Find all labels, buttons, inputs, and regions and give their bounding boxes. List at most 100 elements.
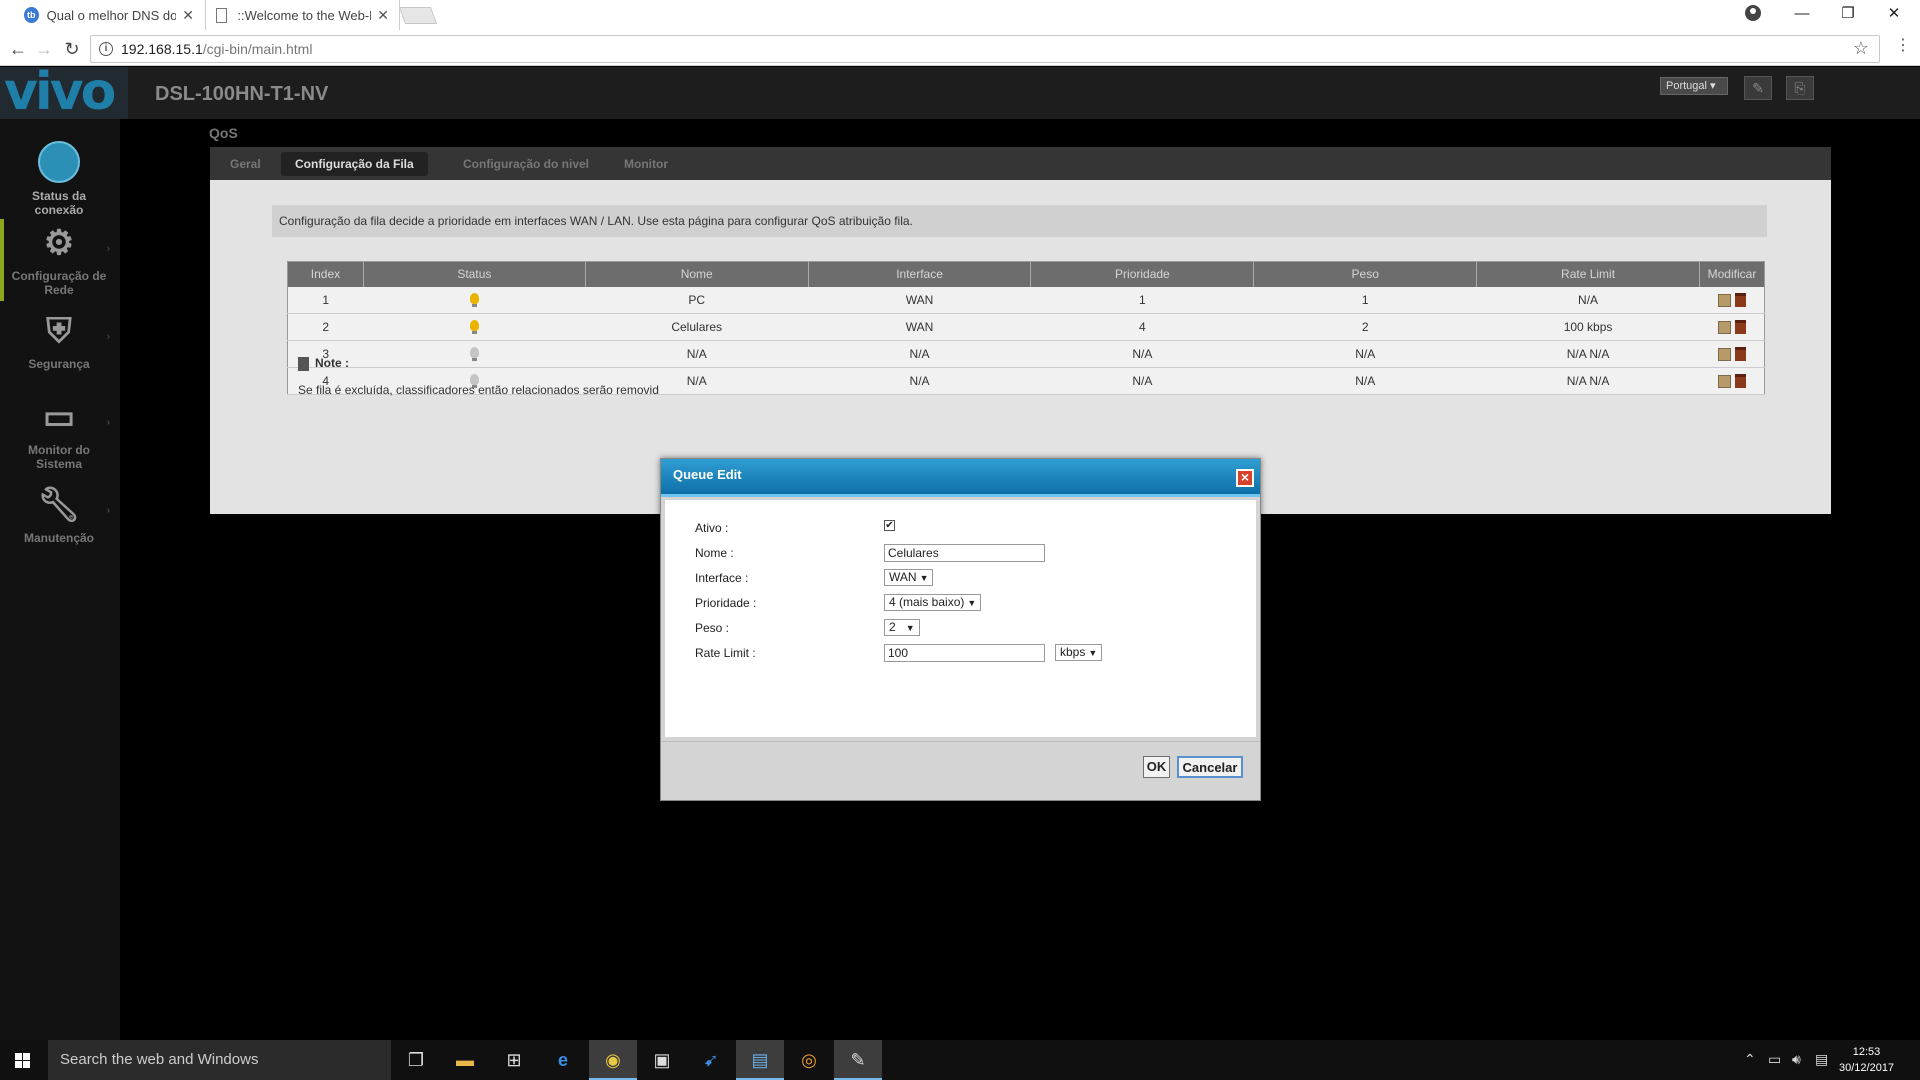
sidebar-item-monitor[interactable]: ▭ Monitor do Sistema ›: [0, 397, 118, 471]
chrome-icon[interactable]: ◉: [589, 1040, 637, 1080]
clock-date: 30/12/2017: [1839, 1062, 1895, 1074]
minimize-icon[interactable]: —: [1780, 2, 1824, 26]
interface-select[interactable]: WAN ▼: [884, 569, 934, 586]
network-icon[interactable]: ▭: [1768, 1051, 1781, 1068]
info-icon[interactable]: i: [99, 42, 113, 56]
nome-label: Nome :: [695, 546, 734, 560]
page-title: QoS: [209, 125, 238, 141]
sidebar-item-security[interactable]: ⛨ Segurança ›: [0, 311, 118, 371]
cell-peso: 1: [1253, 286, 1477, 314]
forward-arrow-icon[interactable]: →: [32, 37, 56, 61]
close-window-icon[interactable]: ✕: [1872, 2, 1916, 26]
tab-geral[interactable]: Geral: [216, 152, 275, 176]
cell-interface: N/A: [808, 340, 1031, 368]
restore-icon[interactable]: ❐: [1826, 2, 1870, 26]
browser-tab-strip: tb Qual o melhor DNS do B ✕ ::Welcome to…: [0, 0, 1920, 32]
trash-icon[interactable]: [1734, 374, 1746, 389]
new-tab-button[interactable]: [398, 7, 438, 24]
logout-icon[interactable]: ⎘: [1786, 76, 1814, 100]
tab-monitor[interactable]: Monitor: [610, 152, 682, 176]
windows-start-icon[interactable]: [0, 1040, 46, 1080]
language-select[interactable]: Portugal ▾: [1660, 77, 1728, 95]
edit-icon[interactable]: [1717, 320, 1731, 334]
task-view-icon[interactable]: ❐: [402, 1046, 430, 1074]
sidebar-item-maintenance[interactable]: 🔧︎ Manutenção ›: [0, 485, 118, 545]
tray-chevron-up-icon[interactable]: ⌃: [1744, 1051, 1756, 1068]
ativo-checkbox[interactable]: ✔: [884, 520, 895, 531]
cell-rate-limit: N/A N/A: [1476, 340, 1700, 368]
back-arrow-icon[interactable]: ←: [6, 37, 30, 61]
browser-tab-welcome[interactable]: ::Welcome to the Web-B ✕: [205, 0, 400, 30]
wizard-icon[interactable]: ✎: [1744, 76, 1772, 100]
table-row: 2 Celulares WAN 4 2 100 kbps: [287, 313, 1765, 341]
cell-index: 1: [287, 286, 364, 314]
cell-interface: WAN: [808, 286, 1031, 314]
dropdown-arrow-icon: ▼: [1088, 648, 1098, 658]
prioridade-select[interactable]: 4 (mais baixo) ▼: [884, 594, 982, 611]
nome-input[interactable]: [884, 544, 1045, 562]
paint-icon[interactable]: ✎: [834, 1040, 882, 1080]
address-bar[interactable]: i 192.168.15.1 /cgi-bin/main.html ☆: [90, 35, 1880, 63]
sidebar-item-network[interactable]: ⚙ Configuração de Rede ›: [0, 223, 118, 297]
sidebar-item-label: Status da: [31, 189, 86, 203]
store-icon[interactable]: ⊞: [500, 1046, 528, 1074]
trash-icon[interactable]: [1734, 293, 1746, 308]
cell-prioridade: N/A: [1030, 340, 1254, 368]
reload-icon[interactable]: ↻: [60, 37, 84, 61]
cell-rate-limit: 100 kbps: [1476, 313, 1700, 341]
app-icon[interactable]: ➹: [697, 1046, 725, 1074]
monitor-icon: ▭: [42, 398, 76, 436]
trash-icon[interactable]: [1734, 320, 1746, 335]
rate-unit-value: kbps: [1060, 645, 1086, 659]
cancel-button[interactable]: Cancelar: [1177, 756, 1243, 778]
tab-configuracao-fila[interactable]: Configuração da Fila: [281, 152, 428, 176]
table-row: 1 PC WAN 1 1 N/A: [287, 286, 1765, 314]
windows-taskbar: Search the web and Windows ❐ ▬ ⊞ e ◉ ▣ ➹…: [0, 1040, 1920, 1080]
gears-icon: ⚙: [43, 224, 75, 262]
rate-limit-input[interactable]: [884, 644, 1045, 662]
interface-label: Interface :: [695, 571, 749, 585]
app-icon[interactable]: ▤: [736, 1040, 784, 1080]
rate-unit-select[interactable]: kbps ▼: [1055, 644, 1103, 661]
cell-interface: N/A: [808, 367, 1031, 395]
bookmark-star-icon[interactable]: ☆: [1853, 38, 1869, 59]
note-text: Se fila é excluída, classificadores entã…: [298, 382, 659, 397]
tray-clock[interactable]: 12:53 30/12/2017: [1839, 1044, 1894, 1076]
prioridade-value: 4 (mais baixo): [889, 595, 965, 609]
edge-icon[interactable]: e: [549, 1046, 577, 1074]
prioridade-label: Prioridade :: [695, 596, 757, 610]
file-explorer-icon[interactable]: ▬: [451, 1046, 479, 1074]
cell-modificar: [1699, 286, 1765, 314]
volume-icon[interactable]: 🔊︎: [1792, 1051, 1801, 1068]
close-tab-icon[interactable]: ✕: [182, 7, 194, 24]
cell-prioridade: 1: [1030, 286, 1254, 314]
edit-icon[interactable]: [1717, 374, 1731, 388]
column-header: Peso: [1253, 261, 1478, 287]
cell-rate-limit: N/A: [1476, 286, 1700, 314]
queue-edit-dialog: Queue Edit × Ativo : ✔ Nome : Interface …: [660, 458, 1261, 801]
sidebar-item-status[interactable]: Status da conexão: [0, 141, 118, 217]
ok-button[interactable]: OK: [1143, 756, 1170, 778]
model-title: DSL-100HN-T1-NV: [155, 83, 329, 105]
dropdown-arrow-icon: ▼: [919, 573, 929, 583]
edit-icon[interactable]: [1717, 347, 1731, 361]
note-block: Note : Se fila é excluída, classificador…: [298, 356, 659, 397]
app-icon[interactable]: ▣: [648, 1046, 676, 1074]
tab-configuracao-nivel[interactable]: Configuração do nivel: [449, 152, 603, 176]
overwatch-icon[interactable]: ◎: [795, 1046, 823, 1074]
peso-label: Peso :: [695, 621, 730, 635]
sidebar-item-label: conexão: [34, 203, 84, 217]
peso-select[interactable]: 2 ▼: [884, 619, 920, 636]
close-tab-icon[interactable]: ✕: [377, 7, 389, 24]
trash-icon[interactable]: [1734, 347, 1746, 362]
profile-icon[interactable]: [1745, 5, 1761, 21]
close-icon[interactable]: ×: [1236, 469, 1254, 487]
taskbar-search[interactable]: Search the web and Windows: [48, 1040, 391, 1080]
chrome-menu-icon[interactable]: ⋮: [1895, 38, 1911, 54]
peso-value: 2: [889, 620, 896, 634]
edit-icon[interactable]: [1717, 293, 1731, 307]
browser-tab-dns[interactable]: tb Qual o melhor DNS do B ✕: [14, 0, 204, 30]
cell-status: [363, 313, 586, 341]
dialog-body: Ativo : ✔ Nome : Interface : WAN▼ Priori…: [665, 500, 1256, 737]
action-center-icon[interactable]: ▤: [1815, 1051, 1828, 1068]
